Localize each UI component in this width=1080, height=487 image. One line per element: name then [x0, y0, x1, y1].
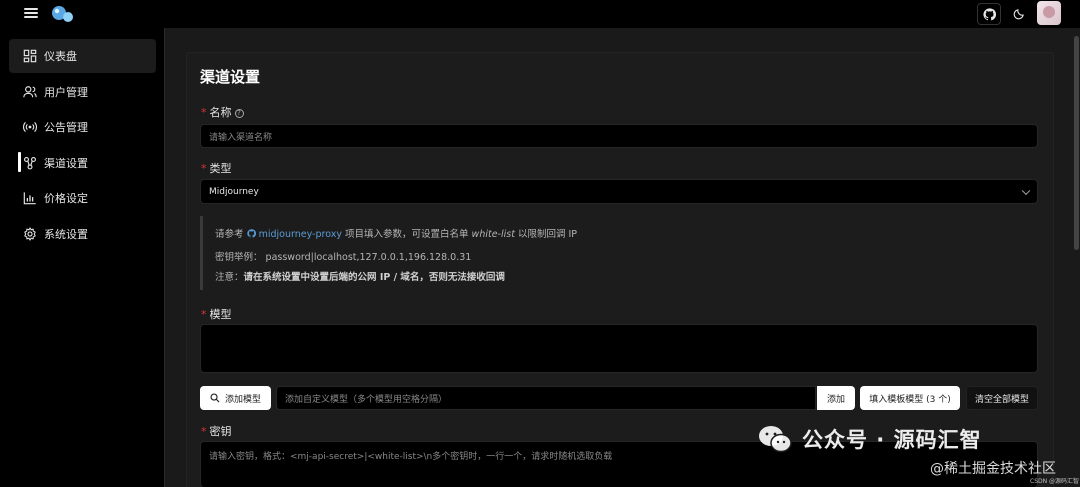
- dashboard-icon: [23, 49, 37, 63]
- watermark-juejin: @稀土掘金技术社区: [930, 461, 1056, 477]
- search-icon: [210, 393, 220, 403]
- sidebar-item-users[interactable]: 用户管理: [9, 75, 156, 109]
- notice-line-3: 注意：请在系统设置中设置后端的公网 IP / 域名，否则无法接收回调: [215, 272, 505, 283]
- sidebar-item-dashboard[interactable]: 仪表盘: [9, 39, 156, 73]
- page-title: 渠道设置: [200, 68, 261, 86]
- clear-all-models-button[interactable]: 清空全部模型: [966, 386, 1038, 410]
- help-icon[interactable]: ?: [234, 109, 244, 118]
- type-label: * 类型: [201, 162, 232, 175]
- chart-icon: [23, 192, 36, 205]
- sidebar-item-label: 渠道设置: [44, 157, 88, 170]
- watermark-csdn: CSDN @源码汇智: [1030, 478, 1080, 485]
- sidebar-item-label: 用户管理: [44, 86, 88, 99]
- menu-icon[interactable]: [24, 6, 38, 20]
- required-mark: *: [201, 425, 207, 438]
- sidebar-item-pricing[interactable]: 价格设定: [9, 181, 156, 215]
- github-icon[interactable]: [977, 3, 1001, 25]
- logo-icon: [50, 4, 76, 24]
- sidebar-item-label: 仪表盘: [44, 50, 77, 63]
- sidebar-item-label: 价格设定: [44, 192, 88, 205]
- sidebar-item-label: 系统设置: [44, 228, 88, 241]
- watermark: 公众号 · 源码汇智: [758, 424, 982, 454]
- sidebar-item-channels[interactable]: 渠道设置: [9, 146, 156, 180]
- scrollbar[interactable]: [1074, 36, 1079, 250]
- channel-icon: [24, 157, 36, 170]
- fill-template-models-button[interactable]: 填入模板模型 (3 个): [860, 386, 960, 410]
- top-header: [0, 0, 1080, 28]
- midjourney-proxy-link[interactable]: midjourney-proxy: [246, 229, 345, 240]
- notice-line-2: 密钥举例： password|localhost,127.0.0.1,196.1…: [215, 252, 472, 263]
- moon-icon[interactable]: [1007, 3, 1031, 25]
- model-label: * 模型: [201, 308, 232, 321]
- github-icon: [246, 229, 256, 238]
- name-input[interactable]: 请输入渠道名称: [200, 124, 1038, 148]
- sidebar-item-announcements[interactable]: 公告管理: [9, 110, 156, 144]
- chevron-down-icon: [1021, 186, 1031, 195]
- name-label: * 名称?: [201, 104, 244, 120]
- required-mark: *: [201, 162, 207, 175]
- sidebar-item-label: 公告管理: [44, 121, 88, 134]
- key-label: * 密钥: [201, 425, 232, 438]
- custom-model-input[interactable]: 添加自定义模型（多个模型用空格分隔）: [276, 386, 816, 410]
- channel-notice: 请参考 midjourney-proxy 项目填入参数，可设置白名单 white…: [200, 216, 1038, 290]
- type-select-value: Midjourney: [209, 186, 259, 197]
- gear-icon: [24, 227, 36, 241]
- model-select[interactable]: [200, 324, 1038, 373]
- avatar[interactable]: [1037, 1, 1061, 25]
- broadcast-icon: [23, 122, 37, 132]
- required-mark: *: [201, 106, 207, 119]
- sidebar-item-settings[interactable]: 系统设置: [9, 217, 156, 251]
- required-mark: *: [201, 308, 207, 321]
- add-model-button[interactable]: 添加模型: [200, 386, 271, 410]
- add-button[interactable]: 添加: [817, 386, 855, 410]
- users-icon: [23, 86, 37, 98]
- notice-line-1: 请参考 midjourney-proxy 项目填入参数，可设置白名单 white…: [215, 229, 578, 240]
- wechat-icon: [759, 426, 792, 453]
- type-select[interactable]: Midjourney: [200, 179, 1038, 204]
